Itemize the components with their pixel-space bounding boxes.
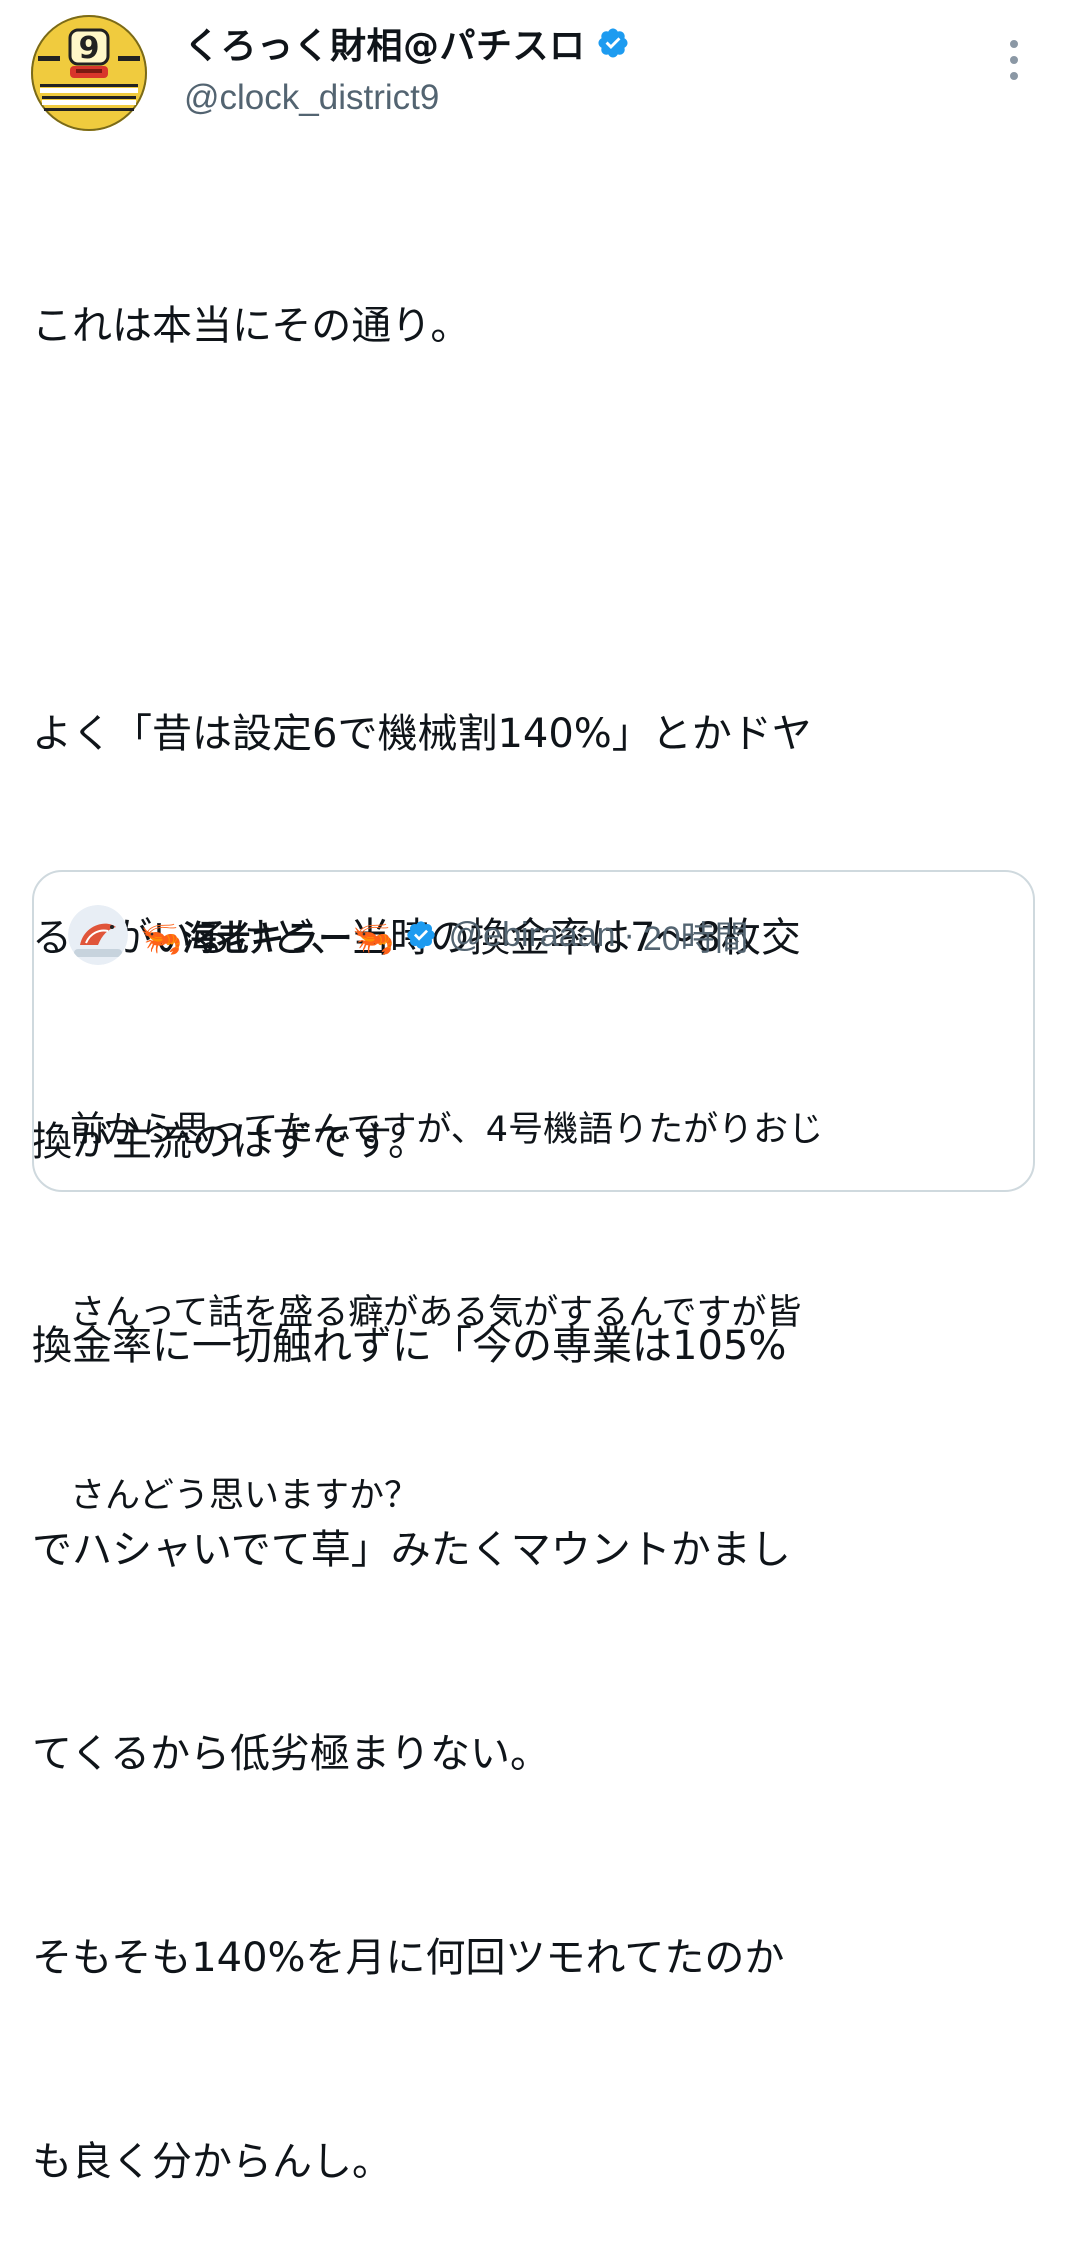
tweet-header: 9 くろっく財相@パチスロ @clock_district9 [30,14,1040,131]
display-name-row: くろっく財相@パチスロ [184,18,630,68]
quoted-timestamp: 20時間 [642,919,749,958]
shrimp-avatar-icon [68,905,128,965]
author-avatar[interactable]: 9 [30,14,148,132]
quoted-author-handle: @ebiraaan [448,915,616,954]
tweet-line: よく「昔は設定6で機械割140%」とかドヤ [32,711,812,757]
quoted-author-avatar [68,905,128,965]
quoted-separator: · [623,915,635,954]
quoted-line: さんって話を盛る癖がある気がするんですが皆 [70,1293,802,1333]
svg-text:9: 9 [79,31,100,66]
vertical-ellipsis-icon[interactable] [1004,38,1024,82]
quoted-tweet-card[interactable]: 🦐海老キラー🦐 @ebiraaan · 20時間 前から思ってたんですが、4号機… [32,870,1035,1516]
quoted-line: さんどう思いますか？ [70,1476,419,1516]
author-name-block: くろっく財相@パチスロ @clock_district9 [184,18,630,118]
quoted-author-display-name: 🦐海老キラー🦐 [140,918,395,959]
author-display-name[interactable]: くろっく財相@パチスロ [184,17,586,69]
tweet-line: そもそも140%を月に何回ツモれてたのか [32,1935,785,1981]
tweet-line [32,496,1042,564]
verified-badge-icon [597,28,628,58]
tweet-line: も良く分からんし。 [32,2139,392,2185]
quoted-line: 前から思ってたんですが、4号機語りたがりおじ [70,1110,824,1150]
tweet-line: これは本当にその通り。 [32,303,471,349]
author-handle[interactable]: @clock_district9 [184,78,630,118]
pixel-face-avatar-icon: 9 [31,15,147,131]
verified-badge-icon [407,921,435,949]
quoted-tweet-text: 前から思ってたんですが、4号機語りたがりおじ さんって話を盛る癖がある気がするん… [70,978,1010,1649]
quoted-tweet-header: 🦐海老キラー🦐 @ebiraaan · 20時間 [68,905,749,965]
tweet-line: てくるから低劣極まりない。 [32,1731,550,1777]
